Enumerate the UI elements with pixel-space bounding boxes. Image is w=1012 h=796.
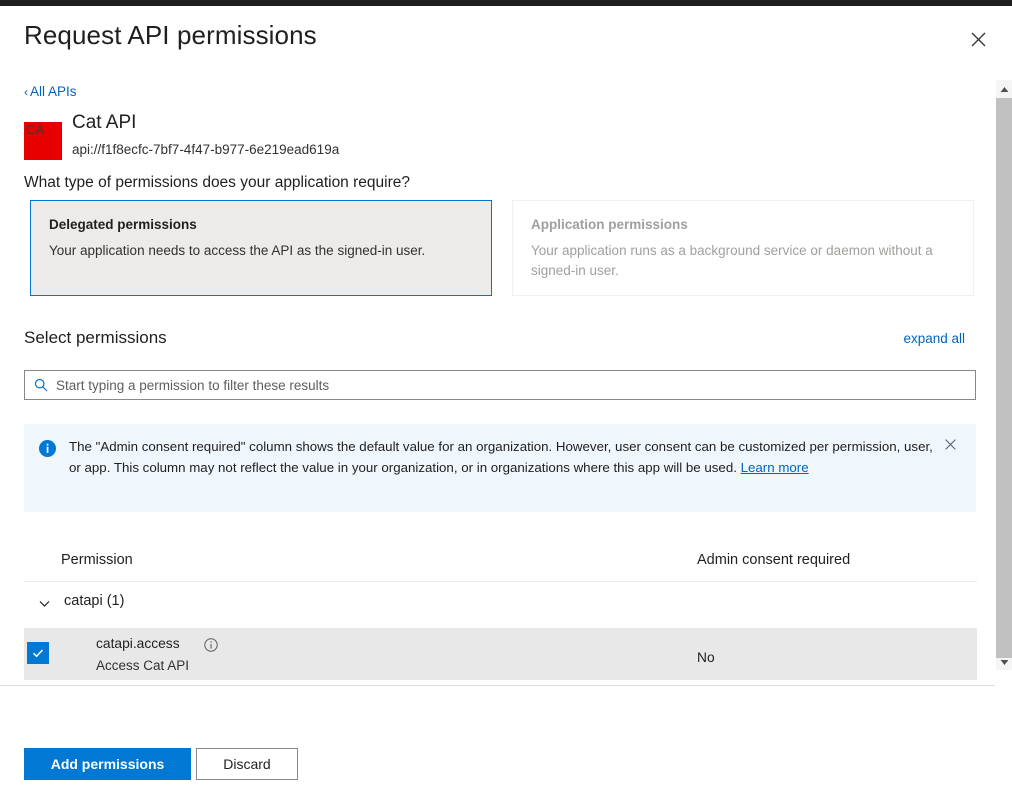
add-permissions-button[interactable]: Add permissions — [24, 748, 191, 780]
delegated-permissions-card[interactable]: Delegated permissions Your application n… — [30, 200, 492, 296]
delegated-permissions-description: Your application needs to access the API… — [49, 243, 426, 258]
permission-group-catapi[interactable]: catapi (1) — [24, 582, 977, 628]
dismiss-banner-button[interactable] — [936, 432, 964, 460]
api-name: Cat API — [72, 112, 137, 133]
admin-consent-info-banner: The "Admin consent required" column show… — [24, 424, 976, 512]
scrollbar-tail — [996, 670, 1012, 686]
permission-type-question: What type of permissions does your appli… — [24, 174, 410, 191]
permission-search[interactable] — [24, 370, 976, 400]
expand-all-link[interactable]: expand all — [903, 331, 965, 346]
dialog-header: Request API permissions — [0, 6, 1012, 80]
close-icon — [944, 437, 956, 455]
table-row[interactable]: catapi.access Access Cat API No — [24, 628, 977, 680]
vertical-scrollbar[interactable] — [995, 80, 1012, 686]
table-header-row: Permission Admin consent required — [24, 542, 977, 582]
info-icon — [39, 440, 56, 462]
api-identity: CA Cat API api://f1f8ecfc-7bf7-4f47-b977… — [24, 112, 724, 160]
close-dialog-button[interactable] — [956, 17, 1000, 61]
info-circle-icon[interactable] — [204, 638, 218, 657]
caret-up-icon — [1000, 80, 1009, 98]
delegated-permissions-title: Delegated permissions — [49, 217, 197, 232]
breadcrumb-label: All APIs — [30, 84, 77, 99]
application-permissions-description: Your application runs as a background se… — [531, 243, 933, 278]
chevron-down-icon — [38, 597, 51, 615]
api-logo: CA — [24, 122, 62, 160]
discard-button[interactable]: Discard — [196, 748, 298, 780]
learn-more-link[interactable]: Learn more — [741, 460, 809, 475]
permission-description: Access Cat API — [96, 658, 190, 673]
caret-down-icon — [1000, 653, 1009, 671]
permissions-table: Permission Admin consent required catapi… — [24, 542, 977, 680]
banner-text: The "Admin consent required" column show… — [69, 437, 936, 478]
scrollbar-thumb[interactable] — [996, 98, 1012, 658]
select-permissions-heading: Select permissions — [24, 328, 167, 347]
column-header-admin-consent: Admin consent required — [697, 552, 851, 568]
scroll-down-button[interactable] — [996, 653, 1012, 670]
page-title: Request API permissions — [24, 20, 317, 50]
close-icon — [971, 32, 986, 47]
dialog-footer: Add permissions Discard — [0, 687, 1012, 796]
permission-checkbox[interactable] — [27, 642, 49, 664]
permission-name: catapi.access — [96, 636, 180, 651]
permission-admin-consent: No — [697, 650, 715, 665]
api-identifier-uri: api://f1f8ecfc-7bf7-4f47-b977-6e219ead61… — [72, 142, 340, 157]
dialog-scroll-region: ‹ All APIs CA Cat API api://f1f8ecfc-7bf7… — [0, 80, 1012, 686]
search-input[interactable] — [56, 372, 975, 398]
application-permissions-card[interactable]: Application permissions Your application… — [512, 200, 974, 296]
scroll-up-button[interactable] — [996, 80, 1012, 97]
application-permissions-title: Application permissions — [531, 217, 688, 232]
chevron-left-icon: ‹ — [24, 85, 28, 99]
breadcrumb-all-apis[interactable]: ‹ All APIs — [24, 84, 77, 99]
permission-group-label: catapi (1) — [64, 593, 125, 609]
column-header-permission: Permission — [61, 552, 133, 568]
search-icon — [34, 378, 48, 392]
